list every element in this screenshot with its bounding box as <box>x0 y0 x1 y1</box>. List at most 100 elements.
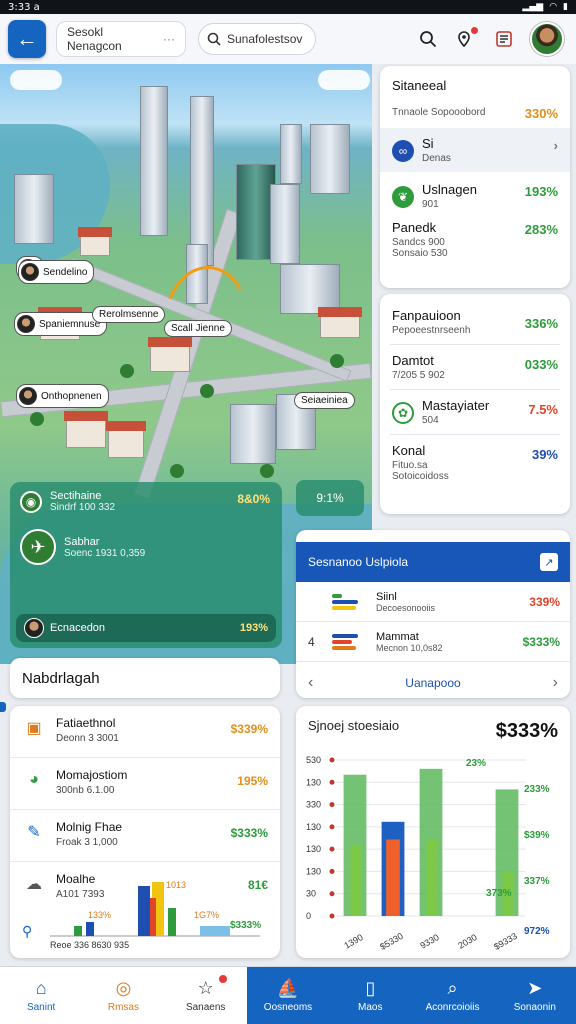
nav-search[interactable]: ⌕ Aconrcoioiis <box>411 967 494 1024</box>
map-marker[interactable]: Scall Jienne <box>164 320 232 337</box>
status-time: 3:33 a <box>8 1 40 13</box>
stats-row-sub: Fituo.sa Sotoicoidoss <box>392 460 449 482</box>
stats-row-title: Konal <box>392 443 426 458</box>
mini-chart-label: 133% <box>88 910 111 920</box>
airplane-icon: ✈ <box>20 529 56 565</box>
y-tick-marker <box>329 891 335 897</box>
chevron-left-icon[interactable]: ‹ <box>308 674 313 692</box>
stats-row-sub: Sandcs 900 Sonsaio 530 <box>392 237 448 259</box>
stats-row[interactable]: ❦ Uslnagen 901 193% <box>380 172 570 210</box>
y-tick-label: 130 <box>306 866 321 876</box>
list-item[interactable]: ▣ Fatiaethnol Deonn 3 3001 $339% <box>10 706 280 758</box>
tree <box>200 384 214 398</box>
category-list: ▣ Fatiaethnol Deonn 3 3001 $339% ◕ Momaj… <box>10 706 280 958</box>
tree <box>330 354 344 368</box>
stats-row-sub: 7/205 5 902 <box>392 370 445 381</box>
nav-label: Sonaonin <box>513 1002 556 1013</box>
nav-maps[interactable]: ▯ Maos <box>329 967 412 1024</box>
route-overlay-card[interactable]: ◉ Sectihaine Sindrf 100 332 8&0% ✈ Sabha… <box>10 482 282 648</box>
score-row[interactable]: Siinl Decoesonooiis 339% <box>296 582 570 622</box>
score-pager: ‹ Uanapooo › <box>296 662 570 698</box>
map-label-text: Rerolmsenne <box>99 309 159 320</box>
bar-chart[interactable]: 530 130 330 130 130 130 30 0 1390 $5330 9330 2030 $9… <box>296 746 570 956</box>
list-item[interactable]: ✎ Molnig Fhae Froak 3 1,000 $333% <box>10 810 280 862</box>
status-icons: ▂▄▆ ◠ ▮ <box>522 2 568 12</box>
score-row-sub: Mecnon 10,0s82 <box>376 642 443 653</box>
map-percent-chip[interactable]: 9:1% <box>296 480 364 516</box>
list-item[interactable]: ◕ Momajostiom 300nb 6.1.00 195% <box>10 758 280 810</box>
chevron-right-icon[interactable]: › <box>553 674 558 692</box>
section-title: Nabdrlagah <box>22 669 100 687</box>
stats-row[interactable]: Panedk Sandcs 900 Sonsaio 530 283% <box>380 210 570 259</box>
nav-send[interactable]: ➤ Sonaonin <box>493 967 576 1024</box>
compass-icon: ◎ <box>115 978 132 998</box>
map-marker[interactable]: Onthopnenen <box>16 384 109 408</box>
x-tick-label: 1390 <box>342 932 364 951</box>
active-tab[interactable]: Sesokl Nenagcon ··· <box>56 21 186 57</box>
search-button[interactable] <box>416 27 440 51</box>
stats-header: Sitaneeal Tnnaole Sopooobord 330% <box>380 66 570 121</box>
user-avatar[interactable] <box>530 22 564 56</box>
stats-row[interactable]: Fanpauioon Pepoeestnrseenh 336% <box>380 294 570 336</box>
chevron-right-icon[interactable]: › <box>554 138 558 153</box>
tree <box>260 464 274 478</box>
route-footer-pct: 193% <box>239 622 268 634</box>
stats-row[interactable]: Damtot 7/205 5 902 033% <box>380 345 570 381</box>
map-marker[interactable]: Seiaeiniea <box>294 392 355 409</box>
back-button[interactable]: ← <box>8 20 46 58</box>
status-bar: 3:33 a ▂▄▆ ◠ ▮ <box>0 0 576 14</box>
drawer-handle[interactable] <box>0 702 6 712</box>
location-share-button[interactable] <box>454 27 478 51</box>
data-label: 337% <box>524 876 550 887</box>
y-tick-label: 0 <box>306 911 311 921</box>
map-marker[interactable]: Sendelino <box>18 260 95 284</box>
route-title: Sabhar <box>64 535 100 548</box>
route-pct: 8&0% <box>237 492 270 506</box>
route-row[interactable]: ◉ Sectihaine Sindrf 100 332 8&0% <box>20 490 272 513</box>
route-footer[interactable]: Ecnacedon 193% <box>16 614 276 642</box>
stats-value: 330% <box>524 106 558 121</box>
office-building <box>230 404 276 464</box>
stats-row[interactable]: ✿ Mastayiater 504 7.5% <box>380 390 570 426</box>
mini-bar <box>200 926 230 936</box>
tower-building <box>190 96 214 266</box>
tower-building <box>140 86 168 236</box>
store-icon: ▣ <box>26 720 42 737</box>
stats-row-title: Fanpauioon <box>392 308 461 323</box>
phone-icon: ▯ <box>365 978 376 998</box>
list-item-value: $339% <box>230 722 268 736</box>
map-marker[interactable]: Rerolmsenne <box>92 306 166 323</box>
data-label: 23% <box>466 758 486 769</box>
home-icon: ⌂ <box>35 978 47 998</box>
mini-bar <box>138 886 150 936</box>
nav-trips[interactable]: ⛵ Oosneoms <box>246 967 330 1024</box>
house <box>78 227 112 256</box>
bottom-navigation: ⌂ Sanint ◎ Rmsas ☆ Sanaens ⛵ Oosneoms ▯ … <box>0 966 576 1024</box>
score-pager-label[interactable]: Uanapooo <box>405 676 460 690</box>
y-tick-marker <box>329 779 335 785</box>
nav-home[interactable]: ⌂ Sanint <box>0 967 82 1024</box>
search-input[interactable]: Sunafolestsov <box>198 23 316 55</box>
score-row-title: Siinl <box>376 590 397 603</box>
leaf-icon: ❦ <box>392 186 414 208</box>
nav-label: Rmsas <box>107 1002 139 1013</box>
office-building <box>14 174 54 244</box>
score-row[interactable]: 4 Mammat Mecnon 10,0s82 $333% <box>296 622 570 662</box>
tab-label: Sesokl Nenagcon <box>67 25 122 53</box>
stats-row[interactable]: ∞ Si Denas › <box>380 128 570 172</box>
document-button[interactable] <box>492 27 516 51</box>
share-icon[interactable]: ↗ <box>540 553 558 571</box>
mini-bars-icon <box>332 633 362 650</box>
mini-chart-label: 1013 <box>166 880 186 890</box>
stats-title: Sitaneeal <box>392 78 447 93</box>
tab-more-icon[interactable]: ··· <box>163 32 175 46</box>
nav-favorites[interactable]: ☆ Sanaens <box>165 967 247 1024</box>
nav-explore[interactable]: ◎ Rmsas <box>82 967 164 1024</box>
stats-row-value: 39% <box>531 447 558 462</box>
route-row[interactable]: ✈ Sabhar Soenc 1931 0,359 <box>20 529 272 565</box>
mini-bar <box>150 898 156 936</box>
mini-bars-icon <box>332 593 362 610</box>
bar <box>386 839 400 916</box>
stats-row[interactable]: Konal Fituo.sa Sotoicoidoss 39% <box>380 435 570 482</box>
route-footer-label: Ecnacedon <box>50 622 106 634</box>
